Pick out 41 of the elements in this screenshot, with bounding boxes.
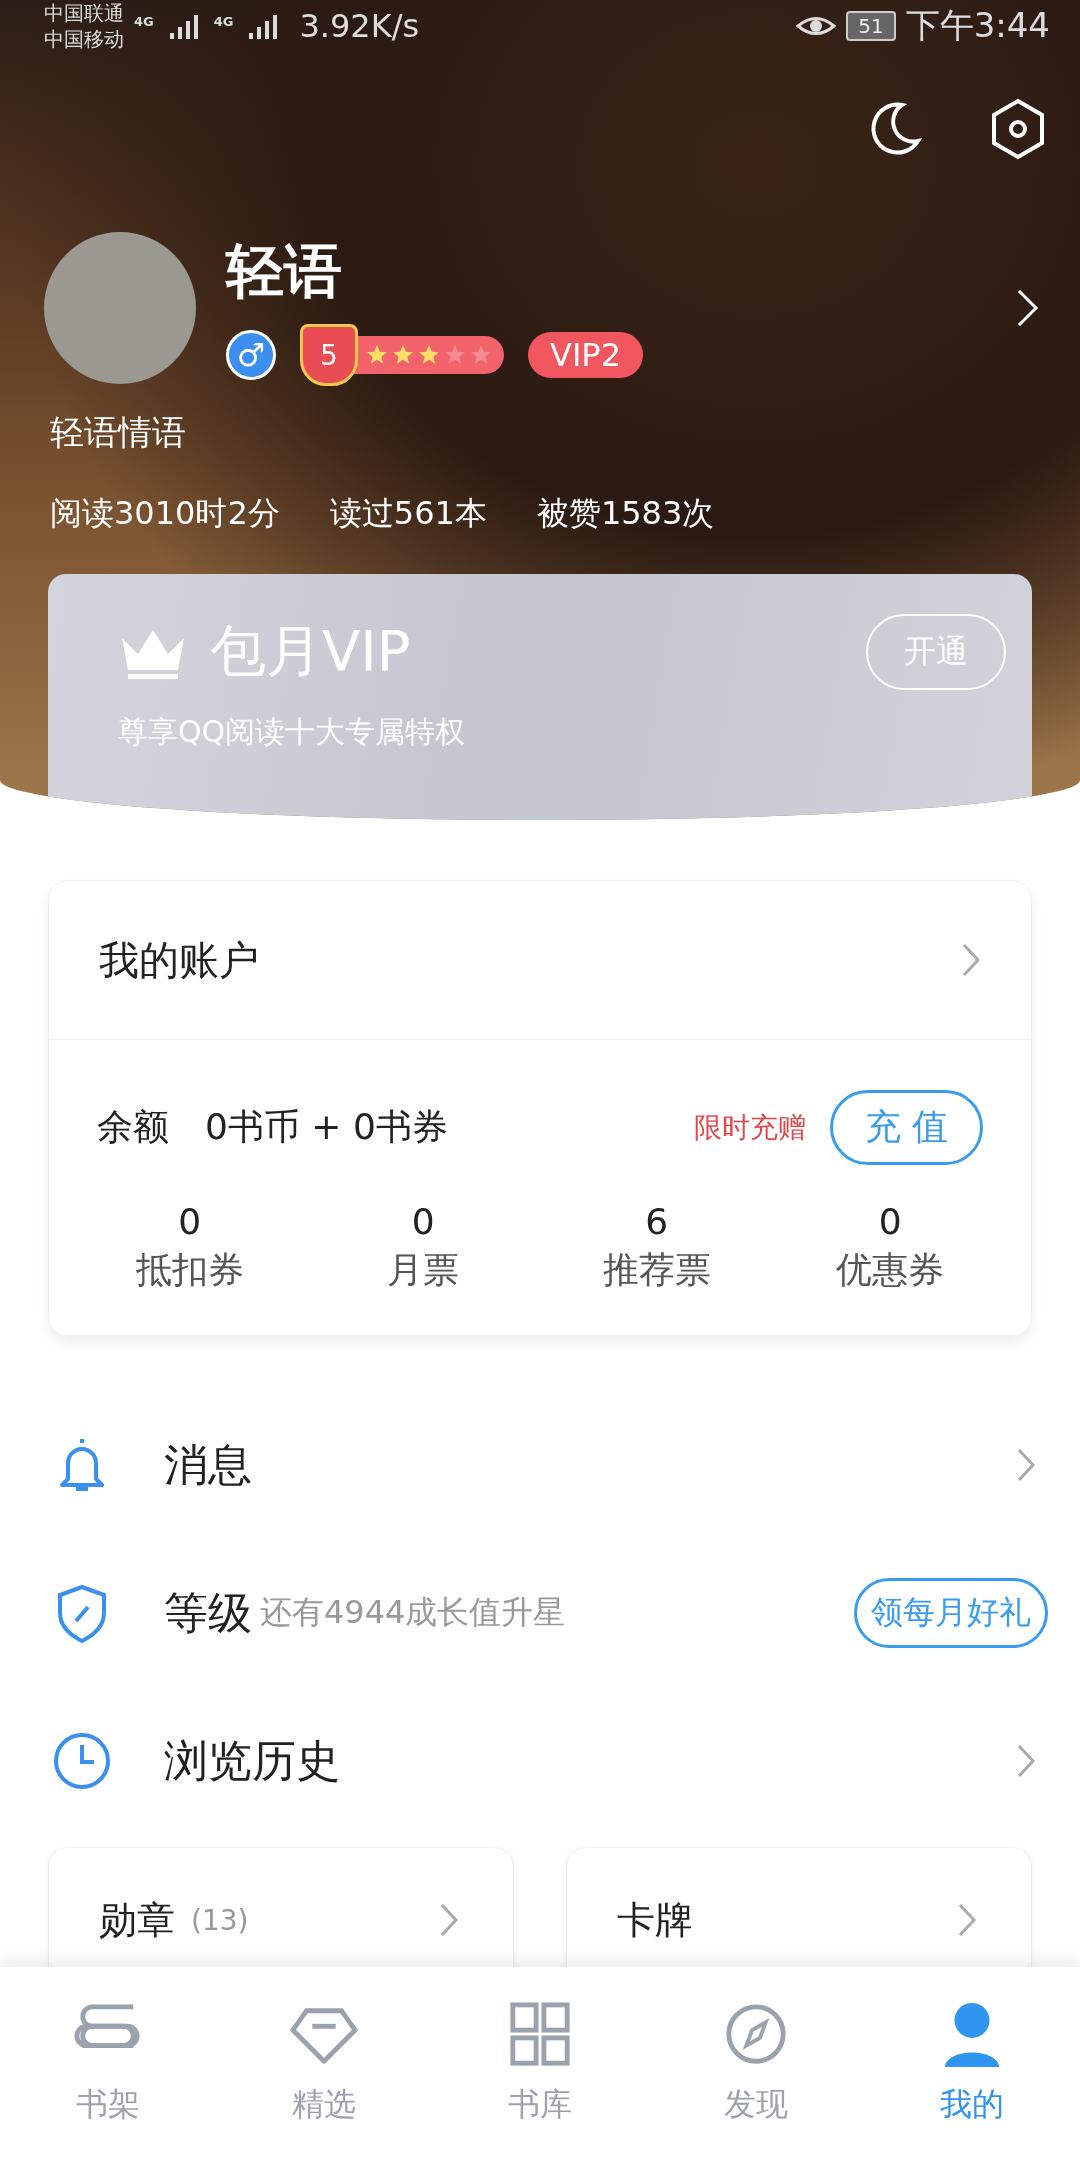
card-count: (13) xyxy=(191,1903,250,1937)
counter-value: 6 xyxy=(645,1201,669,1242)
carrier-name: 中国联通 xyxy=(44,0,124,26)
balance-value: 0书币 + 0书券 xyxy=(205,1105,449,1149)
level-number: 5 xyxy=(300,324,358,386)
star-icon xyxy=(366,344,388,366)
counter-label[interactable]: 月票 xyxy=(387,1246,460,1295)
counter-value: 0 xyxy=(878,1201,902,1242)
clock-time: 下午3:44 xyxy=(905,4,1050,47)
gender-badge: ♂ xyxy=(226,330,276,380)
user-signature: 轻语情语 xyxy=(49,411,187,454)
battery-indicator: 51 xyxy=(846,11,896,41)
menu-item[interactable]: 等级 xyxy=(164,1583,252,1643)
network-type: 4G xyxy=(134,14,154,29)
star-icon xyxy=(470,344,492,366)
star-icon xyxy=(392,344,414,366)
star-icon xyxy=(418,344,440,366)
card-title: 勋章 xyxy=(99,1896,175,1944)
menu-hint: 还有4944成长值升星 xyxy=(260,1592,567,1633)
chevron-right-icon xyxy=(957,1902,977,1938)
network-type: 4G xyxy=(213,14,234,29)
counter-label[interactable]: 优惠券 xyxy=(836,1246,945,1295)
reading-stat: 读过561本 xyxy=(329,493,487,534)
counter-value: 0 xyxy=(411,1201,435,1242)
card-title: 卡牌 xyxy=(617,1896,693,1944)
carrier-name: 中国移动 xyxy=(44,26,124,52)
chevron-right-icon xyxy=(439,1902,459,1938)
reading-stat: 阅读3010时2分 xyxy=(50,493,280,534)
user-name: 轻语 xyxy=(226,236,343,306)
counter-label[interactable]: 推荐票 xyxy=(602,1246,711,1295)
network-speed: 3.92K/s xyxy=(299,7,420,45)
vip-badge: VIP2 xyxy=(528,332,643,378)
balance-label: 余额 xyxy=(97,1105,169,1149)
star-icon xyxy=(444,344,466,366)
counter-label[interactable]: 抵扣券 xyxy=(135,1246,244,1295)
promo-text: 限时充赠 xyxy=(693,1109,806,1146)
counter-value: 0 xyxy=(178,1201,202,1242)
account-title[interactable]: 我的账户 xyxy=(99,932,961,988)
reading-stat: 被赞1583次 xyxy=(536,493,715,534)
menu-item[interactable]: 消息 xyxy=(164,1435,252,1495)
menu-item[interactable]: 浏览历史 xyxy=(164,1731,340,1791)
